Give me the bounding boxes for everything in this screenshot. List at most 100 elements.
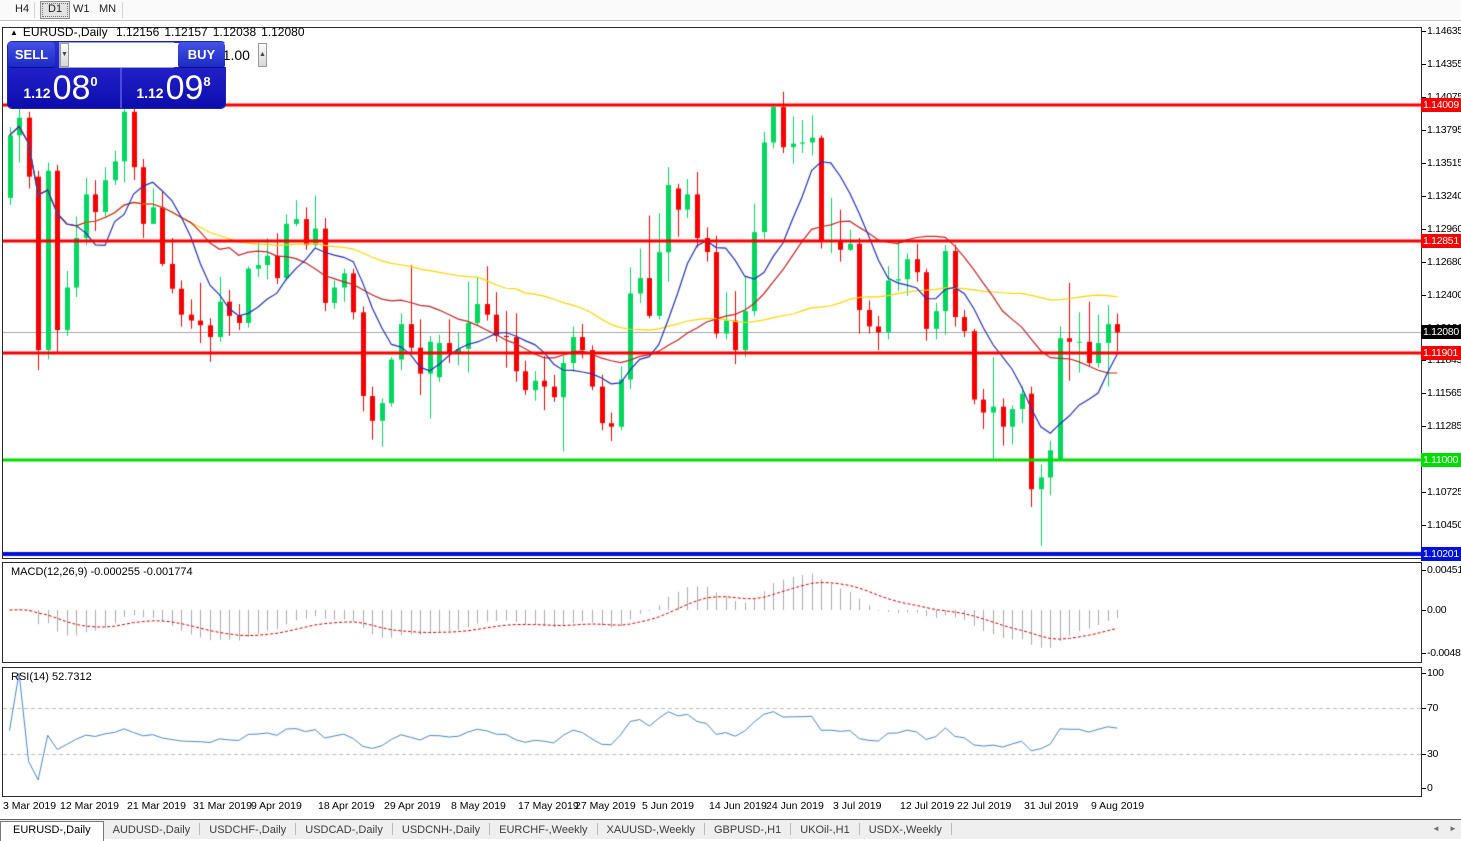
macd-chart-canvas[interactable] [3, 563, 1421, 662]
date-tick-label: 21 Mar 2019 [127, 800, 186, 812]
axis-tick-label: 1.13515 [1427, 157, 1461, 169]
axis-tick-label: 30 [1427, 748, 1438, 760]
buy-button[interactable]: BUY [178, 42, 225, 68]
chart-tab-audusd-daily[interactable]: AUDUSD-,Daily [104, 821, 200, 841]
price-level-label: 1.11901 [1421, 346, 1461, 360]
axis-tick-label: 70 [1427, 702, 1438, 714]
tab-scroll-left-icon[interactable]: ◄ [1432, 824, 1440, 833]
axis-tick-mark [1422, 229, 1426, 230]
chart-symbol-title: EURUSD-,Daily [23, 25, 108, 39]
axis-tick-label: 1.11285 [1427, 420, 1461, 432]
chart-header: ▲EURUSD-,Daily 1.121561.121571.120381.12… [10, 25, 310, 39]
chart-tab-usdcad-daily[interactable]: USDCAD-,Daily [296, 821, 392, 841]
axis-tick-label: 100 [1427, 667, 1444, 679]
axis-tick-label: 1.13240 [1427, 190, 1461, 202]
chart-tab-usdcnh-daily[interactable]: USDCNH-,Daily [393, 821, 489, 841]
volume-decrease-button[interactable]: ▼ [60, 43, 69, 67]
chart-tab-gbpusd-h1[interactable]: GBPUSD-,H1 [705, 821, 790, 841]
ohlc-open: 1.12156 [116, 25, 159, 39]
sell-price-sup: 0 [90, 74, 97, 89]
stepper-down-icon: ▼ [61, 51, 68, 58]
macd-label: MACD(12,26,9) -0.000255 -0.001774 [11, 566, 193, 578]
axis-tick-mark [1422, 492, 1426, 493]
axis-tick-mark [1422, 295, 1426, 296]
axis-tick-mark [1422, 570, 1426, 571]
axis-tick-mark [1422, 754, 1426, 755]
sell-price-big: 08 [53, 71, 91, 105]
axis-tick-mark [1422, 196, 1426, 197]
axis-tick-mark [1422, 393, 1426, 394]
axis-tick-mark [1422, 426, 1426, 427]
axis-tick-label: 1.12400 [1427, 289, 1461, 301]
price-level-label: 1.12851 [1421, 234, 1461, 248]
buy-price-panel[interactable]: 1.12098 [120, 68, 225, 108]
timeframe-button-mn[interactable]: MN [92, 1, 123, 19]
tab-separator [951, 823, 952, 835]
axis-tick-label: 1.13795 [1427, 124, 1461, 136]
axis-tick-label: 1.12680 [1427, 256, 1461, 268]
axis-tick-mark [1422, 610, 1426, 611]
macd-indicator-pane[interactable]: MACD(12,26,9) -0.000255 -0.001774 [2, 562, 1422, 663]
date-tick-label: 17 May 2019 [518, 800, 579, 812]
date-tick-label: 9 Aug 2019 [1091, 800, 1144, 812]
chart-tab-xauusd-weekly[interactable]: XAUUSD-,Weekly [598, 821, 704, 841]
chart-tab-ukoil-h1[interactable]: UKOil-,H1 [791, 821, 859, 841]
price-level-label: 1.14009 [1421, 98, 1461, 112]
axis-tick-mark [1422, 163, 1426, 164]
axis-tick-mark [1422, 788, 1426, 789]
date-tick-label: 9 Apr 2019 [251, 800, 302, 812]
date-tick-label: 3 Mar 2019 [3, 800, 56, 812]
date-tick-label: 3 Jul 2019 [833, 800, 881, 812]
date-tick-label: 31 Mar 2019 [193, 800, 252, 812]
timeframe-button-h4[interactable]: H4 [8, 1, 36, 19]
chart-tab-usdchf-daily[interactable]: USDCHF-,Daily [200, 821, 295, 841]
date-tick-label: 22 Jul 2019 [957, 800, 1011, 812]
axis-tick-label: 1.10450 [1427, 519, 1461, 531]
buy-price-big: 09 [166, 71, 204, 105]
buy-price-prefix: 1.12 [136, 85, 163, 101]
ohlc-close: 1.12080 [261, 25, 304, 39]
volume-stepper: ▼ ▲ [59, 42, 174, 68]
axis-tick-label: 0 [1427, 782, 1433, 794]
one-click-trading-widget: SELL ▼ ▲ BUY 1.12080 1.12098 [8, 42, 225, 108]
sell-price-prefix: 1.12 [23, 85, 50, 101]
rsi-chart-canvas[interactable] [3, 668, 1421, 796]
date-tick-label: 5 Jun 2019 [642, 800, 694, 812]
price-level-label: 1.11000 [1421, 453, 1461, 467]
date-tick-label: 27 May 2019 [575, 800, 636, 812]
axis-tick-label: 1.14355 [1427, 58, 1461, 70]
buy-price-sup: 8 [203, 74, 210, 89]
axis-tick-mark [1422, 673, 1426, 674]
sell-price-panel[interactable]: 1.12080 [8, 68, 113, 108]
axis-tick-mark [1422, 708, 1426, 709]
axis-tick-mark [1422, 262, 1426, 263]
sell-button[interactable]: SELL [8, 42, 55, 68]
chart-tab-usdx-weekly[interactable]: USDX-,Weekly [860, 821, 951, 841]
axis-tick-mark [1422, 31, 1426, 32]
date-tick-label: 12 Mar 2019 [60, 800, 119, 812]
axis-tick-label: -0.004806 [1427, 647, 1461, 659]
volume-input[interactable] [69, 43, 258, 67]
chart-tab-eurusd-daily[interactable]: EURUSD-,Daily [0, 821, 104, 841]
axis-tick-mark [1422, 525, 1426, 526]
date-tick-label: 29 Apr 2019 [384, 800, 441, 812]
volume-increase-button[interactable]: ▲ [258, 43, 267, 67]
tab-scroll-right-icon[interactable]: ► [1449, 824, 1457, 833]
timeframe-toolbar: H4D1W1MN [0, 0, 1461, 21]
axis-tick-mark [1422, 653, 1426, 654]
axis-tick-mark [1422, 130, 1426, 131]
date-tick-label: 24 Jun 2019 [766, 800, 824, 812]
current-price-label: 1.12080 [1421, 325, 1461, 339]
axis-tick-mark [1422, 64, 1426, 65]
ohlc-high: 1.12157 [164, 25, 207, 39]
chart-tab-eurchf-weekly[interactable]: EURCHF-,Weekly [490, 821, 596, 841]
stepper-up-icon: ▲ [259, 51, 266, 58]
macd-values: -0.000255 -0.001774 [90, 566, 192, 578]
axis-tick-label: 0.00 [1427, 604, 1446, 616]
date-tick-label: 18 Apr 2019 [318, 800, 375, 812]
rsi-indicator-pane[interactable]: RSI(14) 52.7312 [2, 667, 1422, 797]
axis-tick-label: 0.004517 [1427, 564, 1461, 576]
axis-tick-label: 1.10725 [1427, 486, 1461, 498]
date-tick-label: 31 Jul 2019 [1024, 800, 1078, 812]
collapse-triangle-icon[interactable]: ▲ [10, 28, 18, 37]
